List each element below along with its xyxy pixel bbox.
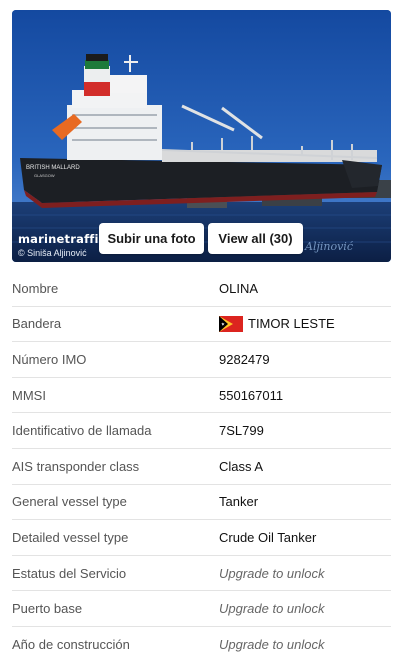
detail-label: Estatus del Servicio xyxy=(12,565,127,581)
detail-value: 7SL799 xyxy=(219,423,264,439)
detail-row-imo: Número IMO 9282479 xyxy=(12,342,391,378)
detail-row-home-port: Puerto base Upgrade to unlock xyxy=(12,591,391,627)
detail-row-name: Nombre OLINA xyxy=(12,271,391,307)
detail-label: Identificativo de llamada xyxy=(12,423,152,439)
detail-label: AIS transponder class xyxy=(12,458,140,474)
photo-watermark: Aljinović xyxy=(305,240,353,253)
hull-port-text: GLASGOW xyxy=(34,173,55,178)
detail-value: 9282479 xyxy=(219,351,270,367)
vessel-details-list: Nombre OLINA Bandera TIMOR LESTE Número … xyxy=(12,271,391,663)
photo-credit: © Siniša Aljinović xyxy=(18,248,87,258)
marinetraffic-logo: marinetraffic xyxy=(18,232,106,246)
upgrade-to-unlock-link[interactable]: Upgrade to unlock xyxy=(219,627,325,663)
flag-country-text: TIMOR LESTE xyxy=(248,316,335,332)
upload-photo-button[interactable]: Subir una foto xyxy=(99,223,204,254)
upgrade-to-unlock-link[interactable]: Upgrade to unlock xyxy=(219,556,325,591)
detail-value: Tanker xyxy=(219,494,259,510)
detail-value: Crude Oil Tanker xyxy=(219,529,317,545)
vessel-card: BRITISH MALLARD GLASGOW marinetraffic © … xyxy=(0,0,408,669)
detail-value-flag: TIMOR LESTE xyxy=(219,307,335,342)
detail-label: Año de construcción xyxy=(12,637,130,653)
vessel-photo[interactable]: BRITISH MALLARD GLASGOW marinetraffic © … xyxy=(12,10,391,262)
detail-value: 550167011 xyxy=(219,387,284,403)
detail-label: Nombre xyxy=(12,280,59,296)
detail-row-flag: Bandera TIMOR LESTE xyxy=(12,307,391,343)
detail-label: MMSI xyxy=(12,387,46,403)
detail-value: OLINA xyxy=(219,280,259,296)
detail-label: General vessel type xyxy=(12,494,127,510)
detail-row-general-type: General vessel type Tanker xyxy=(12,485,391,521)
detail-label: Detailed vessel type xyxy=(12,529,129,545)
detail-row-mmsi: MMSI 550167011 xyxy=(12,378,391,414)
detail-row-year-built: Año de construcción Upgrade to unlock xyxy=(12,627,391,663)
detail-label: Número IMO xyxy=(12,351,87,367)
detail-row-ais-class: AIS transponder class Class A xyxy=(12,449,391,485)
view-all-photos-button[interactable]: View all (30) xyxy=(208,223,303,254)
upgrade-to-unlock-link[interactable]: Upgrade to unlock xyxy=(219,591,325,626)
detail-value: Class A xyxy=(219,458,264,474)
timor-leste-flag-icon xyxy=(219,315,243,332)
detail-row-detailed-type: Detailed vessel type Crude Oil Tanker xyxy=(12,520,391,556)
detail-label: Puerto base xyxy=(12,601,83,617)
detail-row-service-status: Estatus del Servicio Upgrade to unlock xyxy=(12,556,391,592)
detail-label: Bandera xyxy=(12,316,62,332)
detail-row-call-sign: Identificativo de llamada 7SL799 xyxy=(12,413,391,449)
hull-name-text: BRITISH MALLARD xyxy=(26,165,80,171)
